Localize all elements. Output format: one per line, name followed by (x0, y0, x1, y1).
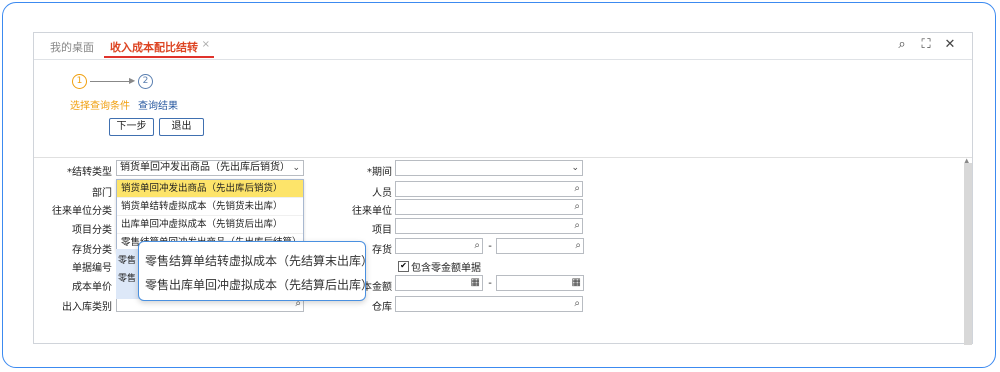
step-1-label: 选择查询条件 (70, 101, 130, 112)
window-toolbar: ⌕ ⛶ ✕ (890, 37, 962, 52)
project-field[interactable]: ⌕ (395, 218, 583, 234)
partner-label: 往来单位 (352, 206, 392, 217)
outer-frame: 我的桌面 收入成本配比结转 × ⌕ ⛶ ✕ 1 ▶ 2 选择查询条件 查询结果 下一… (2, 2, 996, 368)
cost-price-label: 成本单价 (72, 282, 112, 293)
transfer-type-value: 销货单回冲发出商品（先出库后销货） (120, 162, 290, 173)
stock-to-field[interactable]: ⌕ (496, 238, 584, 254)
dropdown-option[interactable]: 出库单回冲虚拟成本（先销货后出库） (117, 216, 303, 234)
include-zero-label: 包含零金额单据 (411, 263, 481, 274)
partial-option-1: 零售 (118, 256, 137, 266)
calculator-icon[interactable]: ▦ (471, 276, 480, 290)
next-button[interactable]: 下一步 (109, 118, 154, 136)
step-2-label: 查询结果 (138, 101, 178, 112)
step-connector (90, 81, 132, 82)
calculator-icon[interactable]: ▦ (572, 276, 581, 290)
cost-amount-from-field[interactable]: ▦ (395, 275, 483, 291)
warehouse-field[interactable]: ⌕ (395, 296, 583, 312)
search-icon[interactable]: ⌕ (574, 297, 580, 311)
io-type-label: 出入库类别 (62, 302, 112, 313)
chevron-down-icon: ⌄ (571, 163, 579, 173)
search-icon[interactable]: ⌕ (575, 239, 581, 253)
tab-bar: 我的桌面 收入成本配比结转 × ⌕ ⛶ ✕ (34, 33, 972, 60)
department-label: 部门 (92, 188, 112, 199)
doc-no-label: 单据编号 (72, 263, 112, 274)
partner-category-label: 往来单位分类 (52, 206, 112, 217)
range-dash: - (488, 278, 492, 289)
tab-active-label: 收入成本配比结转 (110, 41, 198, 54)
tooltip-line-1: 零售结算单结转虚拟成本（先结算末出库） (145, 254, 374, 268)
partner-field[interactable]: ⌕ (395, 199, 583, 215)
include-zero-checkbox[interactable]: ✔ (398, 261, 409, 272)
search-icon[interactable]: ⌕ (574, 219, 580, 233)
stock-from-field[interactable]: ⌕ (395, 238, 483, 254)
divider (34, 157, 972, 158)
tooltip-line-2: 零售出库单回冲虚拟成本（先结算后出库） (145, 278, 374, 292)
transfer-type-label: *结转类型 (67, 167, 112, 178)
period-select[interactable]: ⌄ (395, 160, 583, 176)
dropdown-partial-options[interactable]: 零售 零售 (116, 249, 140, 299)
tab-home[interactable]: 我的桌面 (50, 39, 94, 55)
step-2-circle: 2 (138, 74, 153, 89)
person-field[interactable]: ⌕ (395, 181, 583, 197)
search-icon[interactable]: ⌕ (574, 182, 580, 196)
range-dash: - (488, 241, 492, 252)
cost-amount-to-field[interactable]: ▦ (496, 275, 584, 291)
dropdown-option[interactable]: 销货单结转虚拟成本（先销货未出库） (117, 198, 303, 216)
person-label: 人员 (372, 188, 392, 199)
stock-category-label: 存货分类 (72, 245, 112, 256)
tab-underline (104, 56, 214, 58)
exit-button[interactable]: 退出 (159, 118, 204, 136)
arrow-right-icon: ▶ (129, 76, 136, 85)
tab-income-cost-transfer[interactable]: 收入成本配比结转 × (104, 39, 214, 58)
dropdown-option[interactable]: 销货单回冲发出商品（先出库后销货） (117, 180, 303, 198)
search-icon[interactable]: ⌕ (474, 239, 480, 253)
vertical-scrollbar[interactable] (964, 163, 972, 345)
transfer-type-select[interactable]: 销货单回冲发出商品（先出库后销货） ⌄ (116, 160, 304, 176)
chevron-down-icon: ⌄ (292, 163, 300, 173)
step-1-circle: 1 (72, 74, 87, 89)
period-label: *期间 (367, 167, 392, 178)
project-label: 项目 (372, 225, 392, 236)
app-window: 我的桌面 收入成本配比结转 × ⌕ ⛶ ✕ 1 ▶ 2 选择查询条件 查询结果 下一… (33, 32, 973, 345)
option-tooltip: 零售结算单结转虚拟成本（先结算末出库） 零售出库单回冲虚拟成本（先结算后出库） (138, 241, 373, 301)
partial-option-2: 零售 (118, 274, 137, 284)
tab-close-icon[interactable]: × (202, 39, 210, 50)
search-icon[interactable]: ⌕ (890, 37, 914, 52)
project-category-label: 项目分类 (72, 225, 112, 236)
close-icon[interactable]: ✕ (938, 37, 962, 52)
fullscreen-icon[interactable]: ⛶ (914, 37, 938, 52)
search-icon[interactable]: ⌕ (574, 200, 580, 214)
